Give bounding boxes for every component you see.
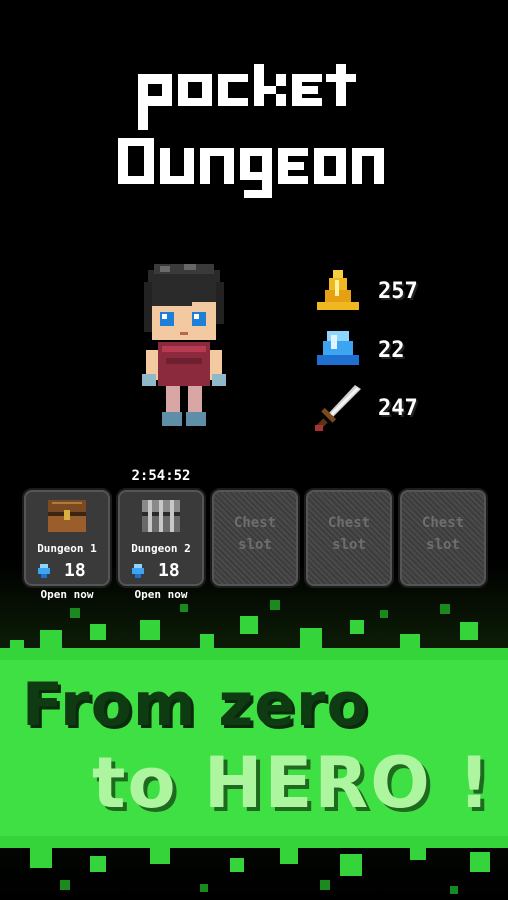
wooden-chest-icon [46,498,88,534]
slot-cost-value: 18 [158,560,180,581]
sword-value: 247 [378,395,418,421]
empty-chest-slot-3[interactable]: Chest slot [210,488,300,588]
game-logo [118,64,388,204]
game-screen: 257 22 247 2:54:52 Dungeon 1 18 Open now… [0,0,508,900]
hero-character[interactable] [136,262,232,432]
slot-open-cost: 18 [36,560,86,581]
chest-slot-dungeon-1[interactable]: Dungeon 1 18 Open now [22,488,112,601]
slot-dungeon-name: Dungeon 1 [37,542,97,555]
gem-counter: 22 [310,325,480,375]
gold-bell-icon [310,266,366,316]
iron-chest-icon [140,498,182,534]
gold-counter: 257 [310,266,480,316]
empty-slot-label: Chest slot [233,515,277,553]
tagline-line-2: to HERO ! [92,742,493,824]
slot-cost-value: 18 [64,560,86,581]
hero-sprite [142,264,226,426]
tagline-line-1: From zero [22,670,369,740]
sword-counter: 247 [310,383,480,433]
empty-slot-label: Chest slot [421,515,465,553]
logo-pixel-art [118,64,384,198]
empty-chest-slot-5[interactable]: Chest slot [398,488,488,588]
gem-icon [36,563,52,579]
gem-icon [130,563,146,579]
empty-slot-label: Chest slot [327,515,371,553]
empty-chest-slot-4[interactable]: Chest slot [304,488,394,588]
chest-timer: 2:54:52 [131,468,191,484]
chest-slot-dungeon-2[interactable]: Dungeon 2 18 Open now [116,488,206,601]
gem-icon [310,325,366,375]
slot-dungeon-name: Dungeon 2 [131,542,191,555]
gold-value: 257 [378,278,418,304]
slot-open-cost: 18 [130,560,180,581]
sword-icon [310,383,366,433]
gem-value: 22 [378,337,405,363]
